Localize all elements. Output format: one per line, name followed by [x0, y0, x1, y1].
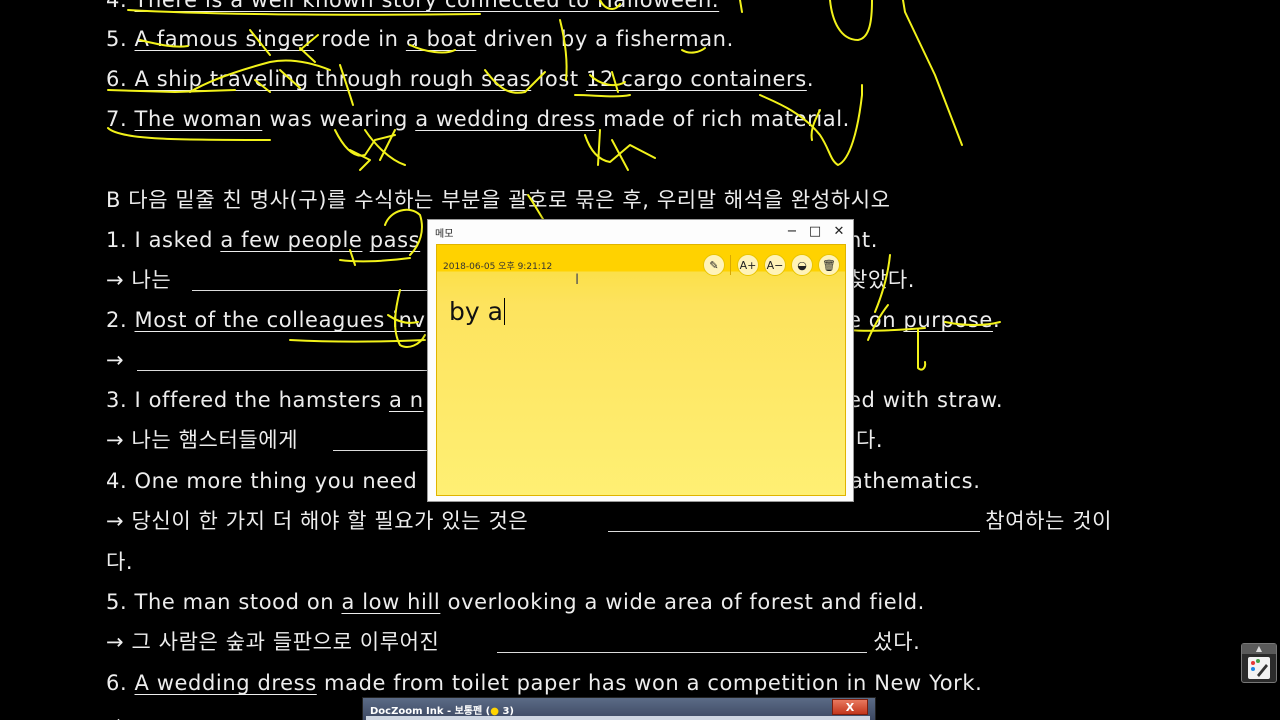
answer-blank [333, 450, 428, 451]
doc-line-a5: 5. A famous singer rode in a boat driven… [106, 27, 734, 51]
doc-line-b3-answer: → 나는 햄스터들에게 [106, 428, 306, 452]
doczoom-toolbar-strip [366, 716, 870, 720]
doc-line-b4-answer: → 당신이 한 가지 더 해야 할 필요가 있는 것은 [106, 509, 536, 533]
answer-blank [608, 531, 980, 532]
text-caret [503, 298, 505, 325]
doczoom-title: DocZoom Ink - 보통펜 (● 3) [370, 706, 514, 717]
doc-line-b1-answer: → 나는 [106, 268, 179, 292]
chevron-up-icon[interactable]: ▲ [1242, 644, 1276, 654]
font-increase-icon[interactable]: A+ [737, 254, 759, 276]
memo-window-title: 메모 [435, 229, 454, 240]
doc-line-b4-answer-cont: 다. [106, 550, 134, 574]
doc-line-a6: 6. A ship traveling through rough seas l… [106, 67, 815, 91]
close-button[interactable]: ✕ [830, 223, 848, 239]
section-b-heading: B 다음 밑줄 친 명사(구)를 수식하는 부분을 괄호로 묶은 후, 우리말 … [106, 188, 891, 212]
toolbar-divider [730, 255, 731, 275]
doc-line-b6: 6. A wedding dress made from toilet pape… [106, 671, 983, 695]
doczoom-ink-window[interactable]: DocZoom Ink - 보통펜 (● 3) X [362, 697, 876, 720]
doc-line-b4-tail: athematics. [850, 469, 981, 493]
memo-text: by a [449, 297, 503, 326]
memo-text-input[interactable]: by a [449, 297, 505, 326]
answer-blank [192, 290, 428, 291]
doc-line-b3-tail: ed with straw. [848, 388, 1004, 412]
doc-line-b3: 3. I offered the hamsters a n [106, 388, 424, 412]
doc-line-a4: 4. There is a well known story connected… [106, 0, 720, 12]
font-decrease-icon[interactable]: A− [764, 254, 786, 276]
doc-line-b2-answer: → [106, 348, 132, 372]
memo-window[interactable]: 메모 − □ ✕ 2018-06-05 오후 9:21:12 ✎ A+ A− ◒… [427, 219, 854, 502]
doczoom-close-button[interactable]: X [832, 699, 868, 715]
answer-blank [137, 370, 428, 371]
doc-line-b5: 5. The man stood on a low hill overlooki… [106, 590, 925, 614]
color-palette-icon[interactable]: ◒ [791, 254, 813, 276]
memo-timestamp: 2018-06-05 오후 9:21:12 [443, 262, 553, 272]
doc-line-b1: 1. I asked a few people pass [106, 228, 421, 252]
minimize-button[interactable]: − [783, 223, 801, 239]
doc-line-a7: 7. The woman was wearing a wedding dress… [106, 107, 850, 131]
doc-line-b6-answer: → [106, 709, 124, 720]
doc-line-b5-answer-tail: 섰다. [866, 630, 921, 654]
ink-tool-icon[interactable] [1248, 657, 1270, 679]
pen-icon[interactable]: ✎ [703, 254, 725, 276]
ink-tool-icon-graphic [1251, 659, 1268, 677]
doc-line-b2-tail: e on purpose. [848, 308, 1001, 332]
doc-line-b1-answer-tail: 찾았다. [848, 268, 916, 292]
answer-blank [497, 652, 867, 653]
ibeam-cursor-icon: I [575, 272, 580, 288]
trash-icon[interactable]: 🗑 [818, 254, 840, 276]
doc-line-b3-answer-tail: 다. [856, 428, 884, 452]
maximize-button[interactable]: □ [806, 223, 824, 239]
doc-line-b2: 2. Most of the colleagues inv [106, 308, 426, 332]
floating-tool-widget[interactable]: ▲ [1241, 643, 1277, 683]
doc-line-b4: 4. One more thing you need [106, 469, 418, 493]
doc-line-b5-answer: → 그 사람은 숲과 들판으로 이루어진 [106, 630, 447, 654]
memo-note-area[interactable]: 2018-06-05 오후 9:21:12 ✎ A+ A− ◒ 🗑 by a [436, 244, 846, 496]
doc-line-b4-answer-tail: 참여하는 것이 [978, 509, 1113, 533]
